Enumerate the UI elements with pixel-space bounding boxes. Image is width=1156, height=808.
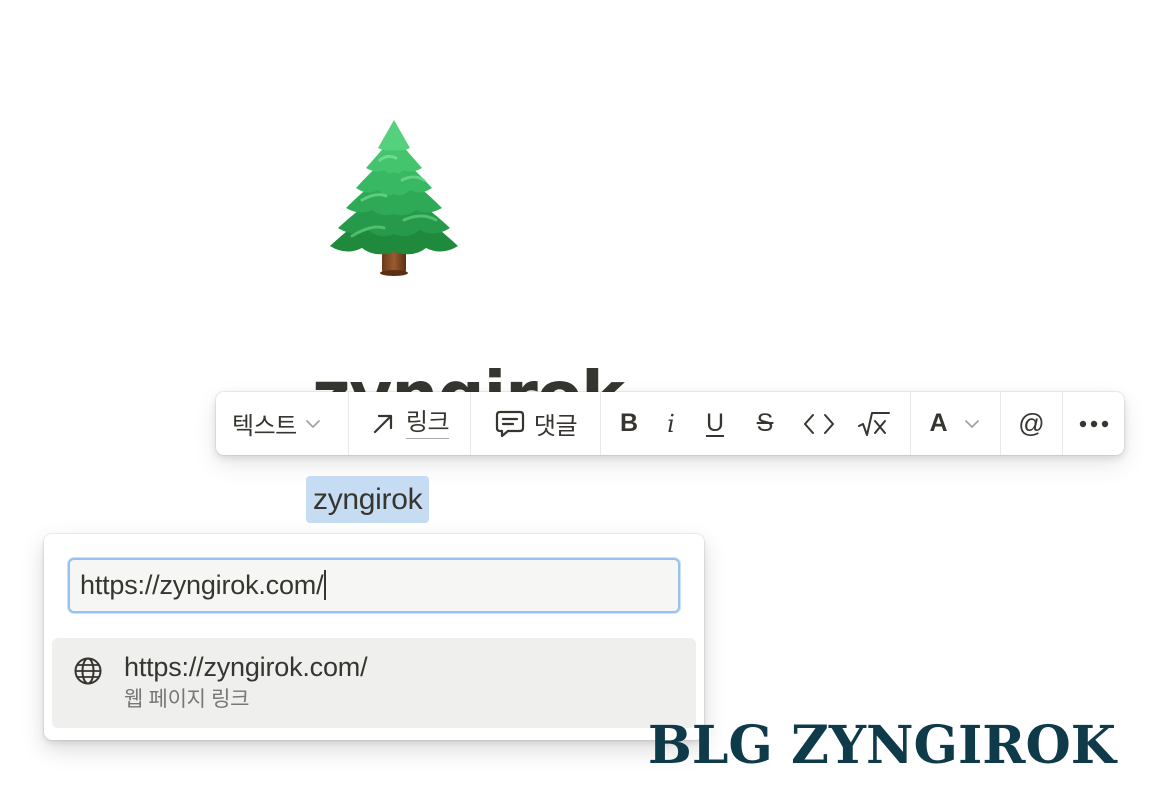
text-color-label: A xyxy=(929,409,948,437)
italic-button[interactable]: i xyxy=(661,392,681,455)
page: zyngirok 텍스트 링크 xyxy=(0,0,1156,808)
link-url-input[interactable]: https://zyngirok.com/ xyxy=(68,558,680,613)
link-popover: https://zyngirok.com/ https://zyngirok.c… xyxy=(44,534,704,740)
comment-icon xyxy=(495,410,525,437)
comment-label: 댓글 xyxy=(533,413,578,440)
selected-text[interactable]: zyngirok xyxy=(306,476,430,523)
mention-button[interactable]: @ xyxy=(1018,392,1044,455)
arrow-up-right-icon xyxy=(373,414,393,433)
toolbar-group-more xyxy=(1063,392,1124,455)
link-url-input-value: https://zyngirok.com/ xyxy=(80,570,324,600)
suggestion-url: https://zyngirok.com/ xyxy=(124,652,368,682)
code-icon xyxy=(804,413,834,434)
link-button[interactable]: 링크 xyxy=(370,392,450,455)
bold-button[interactable]: B xyxy=(617,392,641,455)
suggestion-subtitle: 웹 페이지 링크 xyxy=(124,688,250,711)
evergreen-tree-icon xyxy=(330,120,458,276)
chevron-down-icon xyxy=(964,419,979,428)
globe-icon xyxy=(74,657,102,685)
formatting-toolbar: 텍스트 링크 댓글 B i U S A @ xyxy=(216,392,1124,455)
text-color-button[interactable]: A xyxy=(929,392,981,455)
toolbar-group-inline-format: B i U S xyxy=(601,392,911,455)
comment-button[interactable]: 댓글 xyxy=(494,392,578,455)
block-type-button[interactable]: 텍스트 xyxy=(232,392,323,455)
watermark-logo: BLG ZYNGIROK xyxy=(647,715,1116,776)
more-horizontal-icon xyxy=(1079,420,1108,427)
equation-button[interactable] xyxy=(857,392,891,455)
more-options-button[interactable] xyxy=(1079,392,1109,455)
square-root-icon xyxy=(858,411,890,436)
toolbar-group-color: A xyxy=(911,392,1001,455)
toolbar-group-mention: @ xyxy=(1001,392,1063,455)
link-suggestion-item[interactable]: https://zyngirok.com/ 웹 페이지 링크 xyxy=(52,638,696,728)
underline-button[interactable]: U xyxy=(703,392,727,455)
inline-code-button[interactable] xyxy=(801,392,837,455)
link-label: 링크 xyxy=(405,409,450,439)
toolbar-group-block-type: 텍스트 xyxy=(216,392,349,455)
chevron-down-icon xyxy=(305,419,320,428)
page-icon-tree[interactable] xyxy=(322,116,462,278)
text-caret xyxy=(324,569,327,600)
toolbar-group-link: 링크 xyxy=(349,392,471,455)
strikethrough-button[interactable]: S xyxy=(753,392,777,455)
toolbar-group-comment: 댓글 xyxy=(471,392,601,455)
block-type-label: 텍스트 xyxy=(232,413,297,440)
